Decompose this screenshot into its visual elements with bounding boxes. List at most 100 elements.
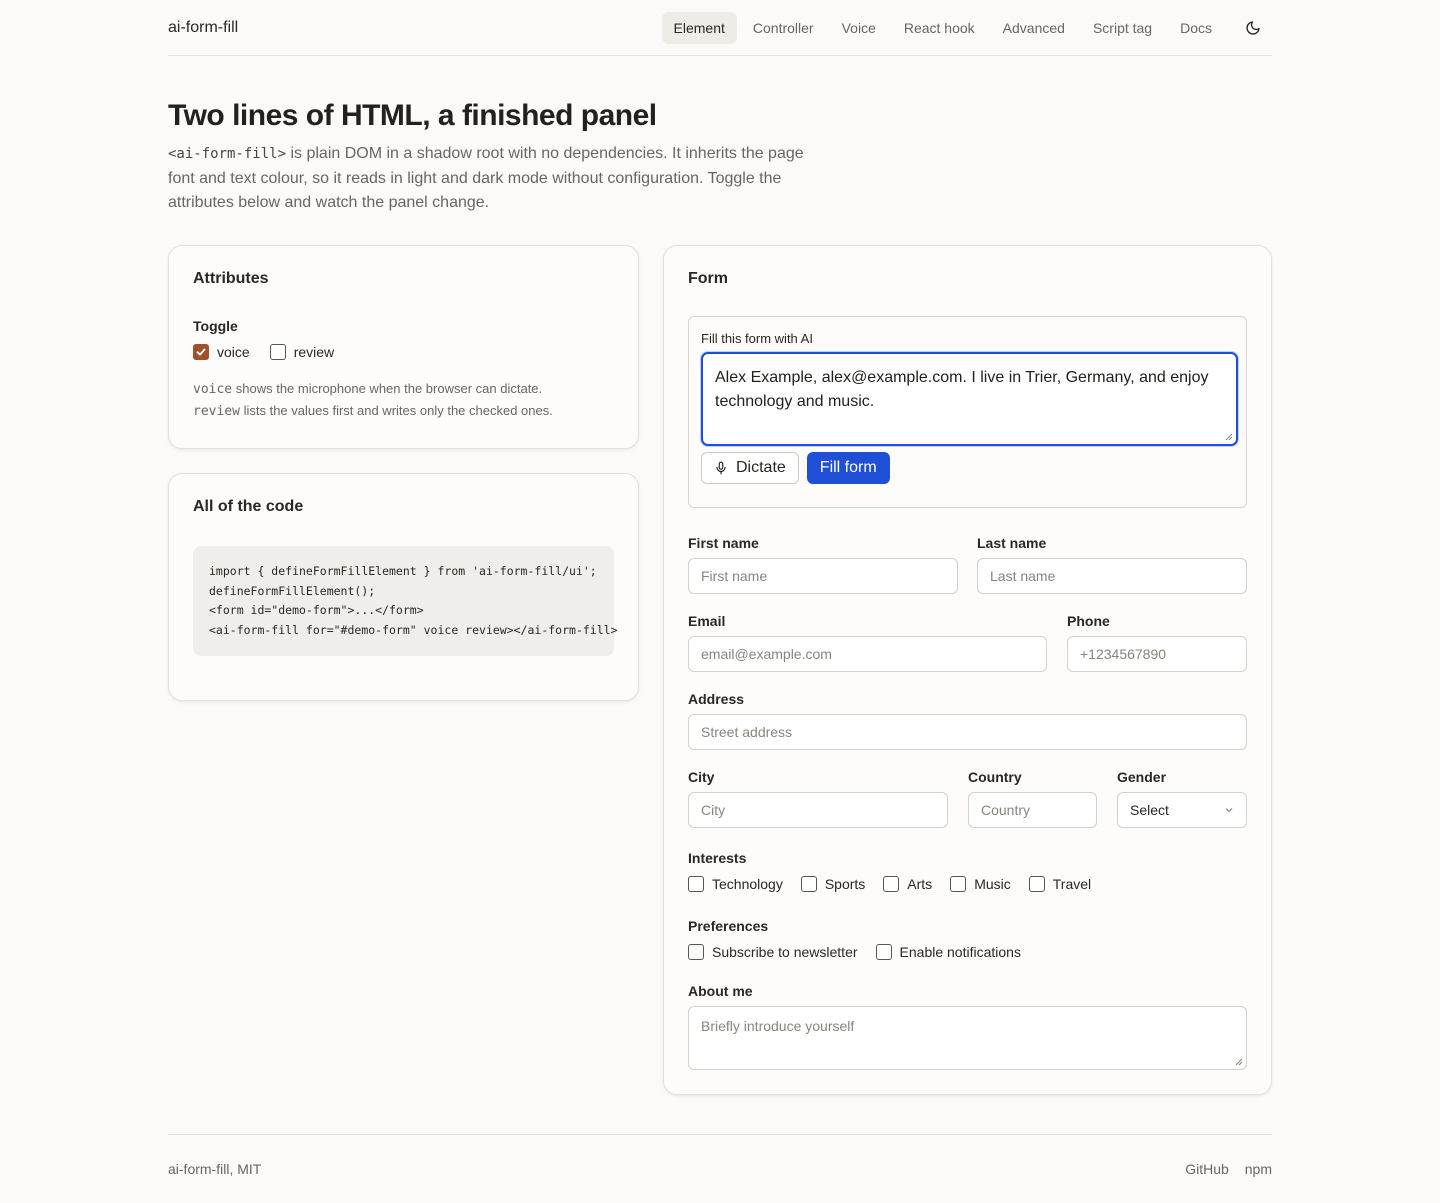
interest-music-checkbox[interactable]: [950, 876, 967, 892]
interest-sports-label[interactable]: Sports: [825, 876, 865, 892]
main-nav: Element Controller Voice React hook Adva…: [658, 11, 1272, 44]
note-review-code: review: [193, 404, 240, 419]
code-line: defineFormFillElement();: [209, 583, 376, 598]
email-label: Email: [688, 613, 726, 629]
first-name-input[interactable]: First name: [688, 558, 958, 594]
interests-options: Technology Sports Arts Music Travel: [688, 876, 1247, 892]
email-input[interactable]: email@example.com: [688, 636, 1047, 672]
footer-license: ai-form-fill, MIT: [168, 1161, 262, 1177]
footer: ai-form-fill, MIT GitHub npm: [168, 1134, 1272, 1203]
interest-arts-label[interactable]: Arts: [907, 876, 932, 892]
last-name-input[interactable]: Last name: [977, 558, 1247, 594]
address-label: Address: [688, 691, 745, 707]
country-input[interactable]: Country: [968, 792, 1097, 828]
interests-group: Interests Technology Sports Arts Music T…: [688, 850, 1247, 892]
contact-row: Email email@example.com Phone +123456789…: [688, 613, 1247, 673]
nav-controller[interactable]: Controller: [741, 12, 826, 44]
newsletter-label[interactable]: Subscribe to newsletter: [712, 944, 858, 960]
hero-section: Two lines of HTML, a finished panel <ai-…: [168, 98, 828, 216]
page-lead: <ai-form-fill> is plain DOM in a shadow …: [168, 142, 828, 216]
top-bar: ai-form-fill Element Controller Voice Re…: [168, 0, 1272, 56]
country-label: Country: [968, 769, 1022, 785]
interest-sports-checkbox[interactable]: [800, 876, 817, 892]
nav-element[interactable]: Element: [661, 11, 737, 44]
code-line: import { defineFormFillElement } from 'a…: [209, 564, 597, 578]
last-name-label: Last name: [977, 535, 1047, 551]
interest-technology-label[interactable]: Technology: [712, 876, 783, 892]
phone-input[interactable]: +1234567890: [1067, 636, 1247, 672]
address-row: Address Street address: [688, 691, 1247, 751]
code-line: <ai-form-fill for="#demo-form" voice rev…: [209, 622, 618, 637]
code-card: All of the code import { defineFormFillE…: [168, 473, 639, 701]
note-voice-text: shows the microphone when the browser ca…: [232, 381, 543, 396]
theme-toggle-button[interactable]: [1238, 13, 1268, 43]
name-row: First name First name Last name Last nam…: [688, 535, 1247, 595]
attributes-card: Attributes Toggle voice review voice sho…: [168, 245, 639, 449]
about-group: About me Briefly introduce yourself: [688, 983, 1247, 1070]
gender-label: Gender: [1117, 769, 1167, 785]
voice-checkbox-label[interactable]: voice: [217, 344, 250, 360]
form-title: Form: [688, 270, 728, 287]
dictate-button[interactable]: Dictate: [701, 452, 799, 484]
about-label: About me: [688, 983, 753, 999]
code-block: import { defineFormFillElement } from 'a…: [193, 546, 618, 657]
ai-fill-panel: Fill this form with AI Alex Example, ale…: [688, 316, 1247, 508]
address-input[interactable]: Street address: [688, 714, 1247, 750]
nav-react-hook[interactable]: React hook: [892, 12, 987, 44]
interest-travel-checkbox[interactable]: [1028, 876, 1045, 892]
resize-handle-icon[interactable]: [1225, 433, 1233, 441]
gender-select-value: Select: [1130, 802, 1169, 818]
nav-docs[interactable]: Docs: [1168, 12, 1224, 44]
about-textarea[interactable]: Briefly introduce yourself: [688, 1006, 1247, 1070]
interest-travel-label[interactable]: Travel: [1053, 876, 1091, 892]
interest-technology-checkbox[interactable]: [688, 876, 704, 892]
attributes-title: Attributes: [193, 270, 269, 287]
interests-label: Interests: [688, 850, 747, 866]
lead-code: <ai-form-fill>: [168, 146, 287, 162]
page-title: Two lines of HTML, a finished panel: [168, 99, 657, 132]
toggle-row: voice review: [193, 344, 614, 360]
brand-name[interactable]: ai-form-fill: [168, 19, 238, 37]
city-input[interactable]: City: [688, 792, 948, 828]
attributes-note: voice shows the microphone when the brow…: [193, 378, 614, 422]
form-card: Form Fill this form with AI Alex Example…: [663, 245, 1272, 1095]
interest-arts-checkbox[interactable]: [883, 876, 900, 892]
gender-select[interactable]: Select: [1117, 792, 1247, 828]
microphone-icon: [716, 461, 726, 475]
notifications-checkbox[interactable]: [875, 944, 892, 960]
note-voice: voice shows the microphone when the brow…: [193, 378, 614, 400]
interest-music-label[interactable]: Music: [974, 876, 1011, 892]
preferences-label: Preferences: [688, 918, 769, 934]
toggle-label: Toggle: [193, 318, 238, 334]
review-checkbox-label[interactable]: review: [294, 344, 334, 360]
footer-npm-link[interactable]: npm: [1245, 1161, 1272, 1177]
nav-voice[interactable]: Voice: [830, 12, 888, 44]
nav-advanced[interactable]: Advanced: [991, 12, 1077, 44]
ai-fill-label: Fill this form with AI: [701, 331, 813, 346]
resize-handle-icon[interactable]: [1235, 1058, 1243, 1066]
footer-links: GitHub npm: [1185, 1161, 1272, 1177]
fill-form-button[interactable]: Fill form: [806, 452, 890, 484]
ai-fill-text: Alex Example, alex@example.com. I live i…: [715, 369, 1209, 410]
review-checkbox[interactable]: [269, 344, 286, 360]
notifications-label[interactable]: Enable notifications: [900, 944, 1021, 960]
checkmark-icon: [196, 348, 206, 356]
preferences-group: Preferences Subscribe to newsletter Enab…: [688, 918, 1247, 960]
ai-fill-textarea[interactable]: Alex Example, alex@example.com. I live i…: [701, 352, 1238, 446]
footer-github-link[interactable]: GitHub: [1185, 1161, 1229, 1177]
chevron-down-icon: [1225, 808, 1233, 813]
note-voice-code: voice: [193, 382, 233, 397]
first-name-label: First name: [688, 535, 759, 551]
phone-label: Phone: [1067, 613, 1110, 629]
moon-icon: [1246, 20, 1260, 35]
about-placeholder: Briefly introduce yourself: [701, 1018, 855, 1034]
note-review: review lists the values first and writes…: [193, 400, 614, 422]
nav-script-tag[interactable]: Script tag: [1081, 12, 1164, 44]
city-label: City: [688, 769, 715, 785]
note-review-text: lists the values first and writes only t…: [239, 403, 553, 418]
preferences-options: Subscribe to newsletter Enable notificat…: [688, 944, 1247, 960]
dictate-label: Dictate: [736, 459, 786, 476]
code-line: <form id="demo-form">...</form>: [209, 603, 424, 618]
newsletter-checkbox[interactable]: [688, 944, 704, 960]
voice-checkbox[interactable]: [193, 344, 209, 360]
